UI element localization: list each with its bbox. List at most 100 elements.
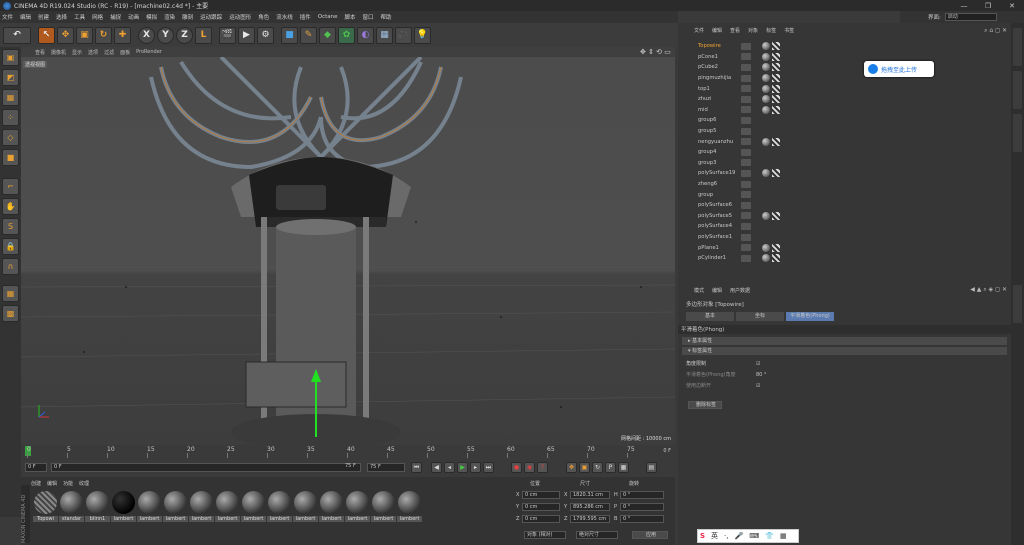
snap-icon[interactable]: S — [2, 218, 19, 235]
material-swatch[interactable]: lambert — [293, 491, 318, 522]
visibility-flags-icon[interactable] — [741, 212, 751, 220]
visibility-flags-icon[interactable] — [741, 201, 751, 209]
visibility-flags-icon[interactable] — [741, 254, 751, 262]
menu-item[interactable]: 编辑 — [20, 13, 31, 21]
object-menu-item[interactable]: 对象 — [748, 27, 758, 37]
visibility-flags-icon[interactable] — [741, 244, 751, 252]
menu-item[interactable]: 脚本 — [345, 13, 356, 21]
menu-item[interactable]: 运动图形 — [229, 13, 251, 21]
material-tag-icon[interactable] — [762, 169, 770, 178]
size-mode-dropdown[interactable]: 绝对尺寸 — [576, 531, 618, 539]
texture-tag-icon[interactable] — [772, 52, 780, 61]
menu-item[interactable]: 流水线 — [276, 13, 293, 21]
property-value[interactable]: 80 ° — [756, 372, 766, 378]
material-tab[interactable]: 编辑 — [47, 480, 57, 487]
visibility-flags-icon[interactable] — [741, 106, 751, 114]
position-field[interactable]: 0 cm — [522, 503, 560, 511]
texture-tag-icon[interactable] — [772, 42, 780, 51]
menu-item[interactable]: 角色 — [258, 13, 269, 21]
key-rotation-icon[interactable]: ↻ — [592, 462, 603, 473]
menu-item[interactable]: 网格 — [92, 13, 103, 21]
move-plus-icon[interactable]: ✚ — [114, 26, 131, 44]
object-row[interactable]: zhuzi — [678, 94, 1011, 105]
edges-mode-icon[interactable]: ◇ — [2, 129, 19, 146]
texture-tag-icon[interactable] — [772, 84, 780, 93]
coordinate-icon[interactable]: L — [195, 26, 212, 44]
visibility-flags-icon[interactable] — [741, 159, 751, 167]
autokey-icon[interactable]: ◉ — [524, 462, 535, 473]
end-frame-field[interactable]: 75 F — [367, 463, 405, 472]
viewport-menu-item[interactable]: 选项 — [88, 49, 98, 56]
environment-icon[interactable]: ▦ — [376, 26, 393, 44]
key-pla-icon[interactable]: ▦ — [618, 462, 629, 473]
attribute-menu-item[interactable]: 编辑 — [712, 287, 722, 294]
menu-item[interactable]: 捕捉 — [110, 13, 121, 21]
key-param-icon[interactable]: P — [605, 462, 616, 473]
ime-item[interactable]: 英 — [711, 531, 718, 541]
start-frame-field[interactable]: 0 F — [25, 463, 47, 472]
material-swatch[interactable]: lambert — [189, 491, 214, 522]
object-row[interactable]: pPlane1 — [678, 242, 1011, 253]
visibility-flags-icon[interactable] — [741, 116, 751, 124]
viewport-menu-item[interactable]: 摄像机 — [51, 49, 66, 56]
play-icon[interactable]: ▶ — [457, 462, 468, 473]
material-swatch[interactable]: lambert — [163, 491, 188, 522]
menu-item[interactable]: 插件 — [300, 13, 311, 21]
material-tag-icon[interactable] — [762, 74, 770, 83]
rotation-field[interactable]: 0 ° — [620, 503, 664, 511]
cube-icon[interactable]: ■ — [281, 26, 298, 44]
menu-item[interactable]: 选择 — [56, 13, 67, 21]
attribute-nav-icons[interactable]: ◀ ▲ ⌕ ◈ ◻ ✕ — [970, 286, 1007, 294]
material-tag-icon[interactable] — [762, 84, 770, 93]
ime-item[interactable]: S — [700, 532, 705, 540]
menu-item[interactable]: 工具 — [74, 13, 85, 21]
camera-icon[interactable]: 🎥 — [395, 26, 412, 44]
size-field[interactable]: 1820.31 cm — [570, 491, 610, 499]
next-frame-icon[interactable]: ▸ — [470, 462, 481, 473]
material-tag-icon[interactable] — [762, 137, 770, 146]
side-tab-structure[interactable] — [1013, 114, 1022, 152]
material-tag-icon[interactable] — [762, 63, 770, 72]
viewport-menu-item[interactable]: 查看 — [35, 49, 45, 56]
group-basic[interactable]: ▸ 基本属性 — [682, 337, 1007, 345]
group-tag[interactable]: ▾ 标签属性 — [682, 347, 1007, 355]
object-menu-item[interactable]: 编辑 — [712, 27, 722, 37]
rotate-icon[interactable]: ↻ — [95, 26, 112, 44]
material-tag-icon[interactable] — [762, 105, 770, 114]
visibility-flags-icon[interactable] — [741, 222, 751, 230]
render-icon[interactable]: ▶ — [238, 26, 255, 44]
side-tab-content[interactable] — [1013, 71, 1022, 109]
lock-icon[interactable]: 🔒 — [2, 238, 19, 255]
ime-item[interactable]: 👕 — [765, 532, 774, 540]
object-row[interactable]: group3 — [678, 158, 1011, 169]
visibility-flags-icon[interactable] — [741, 180, 751, 188]
viewport-menu-item[interactable]: ProRender — [136, 49, 162, 55]
max-frame-field[interactable]: 75 F — [343, 463, 361, 472]
texture-tag-icon[interactable] — [772, 254, 780, 263]
visibility-flags-icon[interactable] — [741, 138, 751, 146]
ime-item[interactable]: 🎤 — [735, 532, 744, 540]
material-swatch[interactable]: lambert — [371, 491, 396, 522]
record-icon[interactable]: ● — [511, 462, 522, 473]
object-row[interactable]: group — [678, 189, 1011, 200]
position-field[interactable]: 0 cm — [522, 515, 560, 523]
texture-tag-icon[interactable] — [772, 74, 780, 83]
size-field[interactable]: 895.286 cm — [570, 503, 610, 511]
material-tag-icon[interactable] — [762, 42, 770, 51]
property-value[interactable]: ☑ — [756, 383, 760, 389]
object-row[interactable]: nengyuanzhu — [678, 136, 1011, 147]
light-icon[interactable]: 💡 — [414, 26, 431, 44]
object-row[interactable]: polySurface6 — [678, 200, 1011, 211]
object-menu-item[interactable]: 标签 — [766, 27, 776, 37]
close-icon[interactable]: ✕ — [1000, 0, 1024, 11]
magnet-icon[interactable]: ∩ — [2, 258, 19, 275]
go-end-icon[interactable]: ⏭ — [483, 462, 494, 473]
visibility-flags-icon[interactable] — [741, 169, 751, 177]
menu-item[interactable]: Octane — [318, 14, 338, 20]
menu-item[interactable]: 文件 — [2, 13, 13, 21]
material-swatch[interactable]: lambert — [267, 491, 292, 522]
object-row[interactable]: polySurface1 — [678, 232, 1011, 243]
visibility-flags-icon[interactable] — [741, 42, 751, 50]
texture-tag-icon[interactable] — [772, 211, 780, 220]
menu-item[interactable]: 帮助 — [381, 13, 392, 21]
